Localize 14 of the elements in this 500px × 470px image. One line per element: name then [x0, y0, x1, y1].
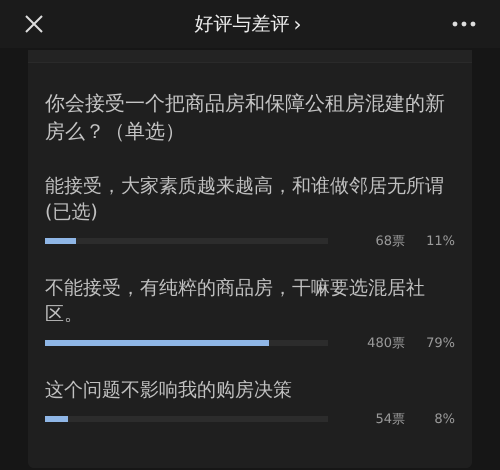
- option-text[interactable]: 能接受，大家素质越来越高，和谁做邻居无所谓(已选): [45, 173, 450, 225]
- option-text[interactable]: 这个问题不影响我的购房决策: [45, 377, 450, 403]
- vote-percent: 79%: [425, 336, 455, 350]
- vote-percent: 8%: [433, 412, 455, 426]
- vote-count: 54票: [374, 411, 405, 428]
- vote-count: 480票: [366, 335, 405, 352]
- close-icon[interactable]: [24, 14, 44, 34]
- option-text[interactable]: 不能接受，有纯粹的商品房，干嘛要选混居社区。: [45, 275, 450, 327]
- more-icon[interactable]: [452, 21, 476, 27]
- page-title[interactable]: 好评与差评: [194, 11, 290, 37]
- chevron-icon[interactable]: ›: [294, 12, 302, 36]
- vote-count: 68票: [374, 233, 405, 250]
- vote-percent: 11%: [425, 234, 455, 248]
- poll-question: 你会接受一个把商品房和保障公租房混建的新房么？（单选）: [45, 90, 446, 145]
